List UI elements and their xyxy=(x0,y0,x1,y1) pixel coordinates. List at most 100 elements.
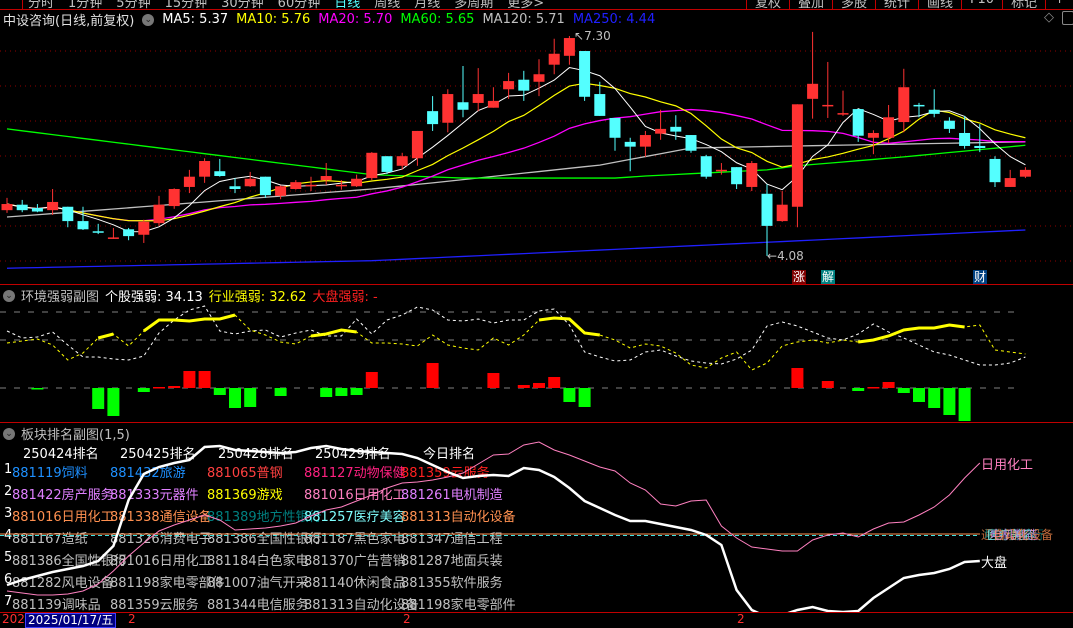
sector-rank-cell[interactable]: 881369游戏 xyxy=(207,484,283,503)
diamond-icon[interactable]: ◇ xyxy=(1044,10,1054,25)
ma5-line xyxy=(6,67,1026,233)
candle-body xyxy=(883,117,895,138)
tool-button[interactable]: 统计 xyxy=(875,0,918,9)
tool-button[interactable]: 复权 xyxy=(745,0,789,9)
candle-body xyxy=(989,158,1001,183)
tool-button[interactable]: 画线 xyxy=(918,0,961,9)
candle-body xyxy=(487,100,499,108)
sector-rank-cell[interactable]: 881338通信设备 xyxy=(110,506,212,525)
sector-rank-cell[interactable]: 881287地面兵装 xyxy=(401,550,503,569)
strength-bar xyxy=(958,388,971,421)
sector-rank-cell[interactable]: 881007油气开采 xyxy=(207,572,309,591)
sector-rank-cell[interactable]: 881140休闲食品 xyxy=(304,572,406,591)
ma-legend-item: MA60: 5.65 xyxy=(400,12,475,27)
sector-rank-cell[interactable]: 881422房产服务 xyxy=(12,484,114,503)
sector-rank-cell[interactable]: 881016日用化工 xyxy=(304,484,406,503)
sector-rank-cell[interactable]: 881344电信服务 xyxy=(207,594,309,613)
candle-body xyxy=(457,102,469,110)
sector-rank-cell[interactable]: 881167造纸 xyxy=(12,528,88,547)
strength-bar xyxy=(426,363,439,388)
overlapping-labels: 通信设备 地方性银行 医疗美容 电机制造 自动化设备 xyxy=(981,526,1053,542)
tool-button[interactable]: + xyxy=(1045,0,1073,9)
candle-body xyxy=(47,201,59,211)
candle-body xyxy=(396,156,408,166)
candle-body xyxy=(898,87,910,123)
tool-button[interactable]: F10 xyxy=(961,0,1002,9)
sector-rank-cell[interactable]: 881065普钢 xyxy=(207,462,283,481)
candle-body xyxy=(31,208,43,212)
sector-rank-cell[interactable]: 881326消费电子 xyxy=(110,528,212,547)
sector-rank-cell[interactable]: 881359云服务 xyxy=(110,594,199,613)
candle-body xyxy=(867,132,879,138)
sector-rank-cell[interactable]: 881282风电设备 xyxy=(12,572,114,591)
candle-body xyxy=(199,160,211,177)
sector-rank-cell[interactable]: 881347通信工程 xyxy=(401,528,503,547)
axis-tick-label: 2 xyxy=(403,612,411,626)
strength-bar xyxy=(350,388,363,395)
square-icon[interactable] xyxy=(1062,11,1073,25)
chevron-down-icon[interactable]: ⌄ xyxy=(3,427,15,440)
sector-rank-cell[interactable]: 881355软件服务 xyxy=(401,572,503,591)
tool-button[interactable]: 多股 xyxy=(832,0,875,9)
candle-body xyxy=(472,94,484,103)
period-tab[interactable]: 周线 xyxy=(374,0,400,9)
strength-bar xyxy=(867,387,880,389)
candle-body xyxy=(685,135,697,151)
period-tab[interactable]: 日线 xyxy=(334,0,360,9)
chevron-down-icon[interactable]: ⌄ xyxy=(3,289,15,302)
strength-bar xyxy=(213,388,226,395)
ma-legend-item: MA5: 5.37 xyxy=(162,12,229,27)
sector-rank-cell[interactable]: 881261电机制造 xyxy=(401,484,503,503)
sector-rank-cell[interactable]: 881313自动化设备 xyxy=(401,506,516,525)
strength-bar xyxy=(198,371,211,388)
sector-rank-cell[interactable]: 881187黑色家电 xyxy=(304,528,406,547)
event-marker-limit-up[interactable]: 涨 xyxy=(792,270,806,284)
industry-strong-segment xyxy=(310,328,357,338)
sector-rank-cell[interactable]: 881184白色家电 xyxy=(207,550,309,569)
candle-body xyxy=(807,83,819,99)
candle-body xyxy=(183,176,195,187)
candle-body xyxy=(579,51,591,97)
candle-body xyxy=(244,178,256,187)
period-tab[interactable]: 分时 xyxy=(28,0,54,9)
period-tab[interactable]: 15分钟 xyxy=(165,0,208,9)
period-tab[interactable]: 60分钟 xyxy=(278,0,321,9)
low-price-value: 4.08 xyxy=(777,249,804,263)
sector-rank-cell[interactable]: 881016日用化工 xyxy=(12,506,114,525)
main-chart-header: 中设咨询(日线,前复权) ⌄ MA5: 5.37 MA10: 5.76 MA20: … xyxy=(3,10,655,29)
period-tab[interactable]: 30分钟 xyxy=(221,0,264,9)
sector-rank-cell[interactable]: 881257医疗美容 xyxy=(304,506,406,525)
candle-body xyxy=(928,109,940,114)
sector-rank-cell[interactable]: 881370广告营销 xyxy=(304,550,406,569)
sector-rank-cell[interactable]: 881333元器件 xyxy=(110,484,199,503)
tool-button[interactable]: 标记 xyxy=(1002,0,1045,9)
event-marker-finance[interactable]: 财 xyxy=(973,270,987,284)
period-tab[interactable]: 多周期 xyxy=(454,0,493,9)
candle-body xyxy=(670,126,682,132)
candle-body xyxy=(290,182,302,189)
candle-body xyxy=(123,229,135,237)
chevron-down-icon[interactable]: ⌄ xyxy=(142,13,155,26)
event-marker-unlock[interactable]: 解 xyxy=(821,270,835,284)
period-tab[interactable]: 5分钟 xyxy=(116,0,150,9)
candle-body xyxy=(259,176,271,196)
sector-rank-cell[interactable]: 881139调味品 xyxy=(12,594,101,613)
high-price-value: 7.30 xyxy=(584,29,611,43)
period-tab[interactable]: 更多> xyxy=(507,0,544,9)
period-tab[interactable]: 1分钟 xyxy=(68,0,102,9)
candle-body xyxy=(655,128,667,134)
sector-rank-cell[interactable]: 881127动物保健 xyxy=(304,462,406,481)
sector-rank-cell[interactable]: 881198家电零部件 xyxy=(401,594,516,613)
tool-buttons: 复权叠加多股统计画线F10标记+ xyxy=(745,0,1073,9)
period-tab[interactable]: 月线 xyxy=(414,0,440,9)
sector-rank-cell[interactable]: 881359云服务 xyxy=(401,462,490,481)
industry-line-label: 日用化工 xyxy=(981,458,1034,473)
tool-button[interactable]: 叠加 xyxy=(788,0,832,9)
candle-body xyxy=(639,135,651,147)
sector-rank-cell[interactable]: 881119饲料 xyxy=(12,462,88,481)
period-toolbar: 分时 1分钟 5分钟 15分钟 30分钟 60分钟 日线 周线 月线 多周期 更多> 复权 叠加 多股统… xyxy=(0,0,1073,10)
sector-rank-cell[interactable]: 881432旅游 xyxy=(110,462,186,481)
stock-title: 中设咨询(日线,前复权) xyxy=(3,14,135,29)
strength-panel-header: ⌄ 环境强弱副图 个股强弱: 34.13 行业强弱: 32.62 大盘强弱: - xyxy=(3,286,378,305)
sector-rank-cell[interactable]: 881016日用化工 xyxy=(110,550,212,569)
